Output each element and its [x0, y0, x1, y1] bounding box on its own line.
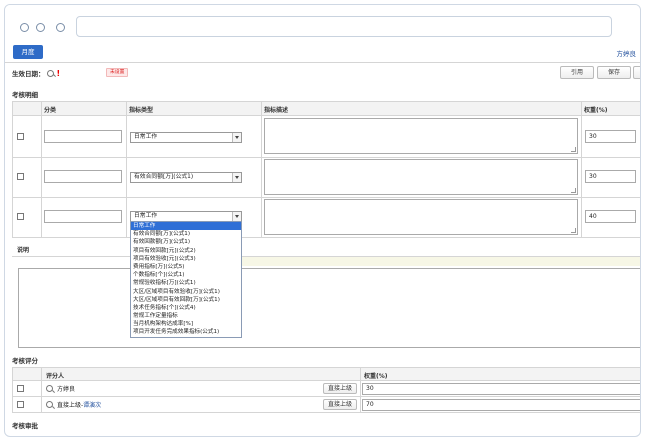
table-border [12, 101, 640, 102]
dropdown-option[interactable]: 当月机构架构达成率[%] [131, 320, 241, 328]
indicator-desc-textarea[interactable] [264, 199, 578, 235]
more-button[interactable] [633, 66, 640, 79]
table-border [12, 237, 640, 238]
current-user-name: 方婷良 [616, 50, 637, 58]
assessment-table-header [12, 101, 640, 115]
column-header-eval-weight: 权重(%) [364, 373, 388, 380]
table-border [12, 367, 13, 412]
table-border [12, 396, 640, 397]
table-border [12, 197, 640, 198]
tab-month[interactable]: 月度 [13, 45, 43, 59]
column-header-evaluator: 评分人 [46, 373, 65, 380]
row-checkbox[interactable] [17, 385, 24, 392]
direct-superior-button[interactable]: 直接上级 [323, 399, 357, 410]
category-input[interactable] [44, 130, 122, 143]
table-border [12, 412, 640, 413]
weight-input[interactable]: 30 [585, 130, 636, 143]
dropdown-option[interactable]: 日常工作 [131, 222, 241, 231]
indicator-type-dropdown-list[interactable]: 日常工作 有效合同额[万](公式1) 有效回款额[万](公式1) 项目有效回款[元](… [130, 221, 242, 338]
dropdown-option[interactable]: 项目有效回款[元](公式2) [131, 247, 241, 255]
dropdown-option[interactable]: 技术任务指标[个](公式4) [131, 304, 241, 312]
column-header-indicator-type: 指标类型 [129, 107, 154, 114]
dropdown-option[interactable]: 大区/区域项目有效回款[万](公式1) [131, 296, 241, 304]
table-border [12, 380, 640, 381]
evaluator-cell: 方婷良 [46, 384, 75, 393]
search-icon[interactable] [46, 385, 53, 392]
evaluation-table-header [12, 367, 640, 380]
assessment-section-title: 考核明细 [12, 91, 38, 99]
dropdown-option[interactable]: 项目有效验收[元](公式3) [131, 255, 241, 263]
select-value: 日常工作 [134, 213, 158, 219]
eval-weight-input[interactable]: 70 [362, 399, 640, 411]
column-header-indicator-desc: 指标描述 [264, 107, 289, 114]
row-checkbox[interactable] [17, 401, 24, 408]
notes-toolbar [242, 257, 640, 266]
dropdown-option[interactable]: 有效回款额[万](公式1) [131, 238, 241, 246]
dropdown-option[interactable]: 个数指标[个](公式1) [131, 271, 241, 279]
select-value: 有效合同额[万](公式1) [134, 174, 194, 180]
dropdown-option[interactable]: 项目开发任务完成效果指标(公式1) [131, 328, 241, 336]
table-border [12, 115, 640, 116]
row-checkbox[interactable] [17, 213, 24, 220]
divider [5, 62, 640, 63]
weight-input[interactable]: 40 [585, 210, 636, 223]
eval-weight-input[interactable]: 30 [362, 383, 640, 395]
chevron-down-icon[interactable] [232, 173, 241, 182]
row-checkbox[interactable] [17, 173, 24, 180]
window-control-circle-icon[interactable] [20, 23, 29, 32]
address-bar[interactable] [76, 16, 612, 37]
evaluator-name: 方婷良 [57, 386, 76, 393]
dropdown-option[interactable]: 费用指标[万](公式5) [131, 263, 241, 271]
indicator-desc-textarea[interactable] [264, 118, 578, 154]
effective-date-label: 生效日期： [12, 70, 45, 78]
dropdown-option[interactable]: 常规验收指标[万](公式1) [131, 279, 241, 287]
approval-section-title: 考核审批 [12, 422, 38, 430]
row-checkbox[interactable] [17, 133, 24, 140]
evaluator-prefix: 直接上级- [57, 402, 84, 409]
table-border [12, 157, 640, 158]
indicator-desc-textarea[interactable] [264, 159, 578, 195]
chevron-down-icon[interactable] [232, 212, 241, 221]
indicator-type-select[interactable]: 日常工作 [130, 132, 242, 143]
category-input[interactable] [44, 170, 122, 183]
title-bar [5, 5, 640, 43]
table-border [261, 101, 262, 237]
table-border [12, 101, 13, 237]
save-button[interactable]: 保存 [597, 66, 631, 79]
effective-date-row: 生效日期： ! [12, 67, 60, 79]
column-header-weight: 权重(%) [584, 107, 608, 114]
table-border [126, 101, 127, 237]
category-input[interactable] [44, 210, 122, 223]
dropdown-option[interactable]: 大区/区域项目有效验收[万](公式1) [131, 288, 241, 296]
select-value: 日常工作 [134, 134, 158, 140]
status-badge: 未设置 [106, 68, 129, 77]
dropdown-option[interactable]: 常规工作定量指标 [131, 312, 241, 320]
direct-superior-button[interactable]: 直接上级 [323, 383, 357, 394]
window-control-circle-icon[interactable] [36, 23, 45, 32]
dropdown-option[interactable]: 有效合同额[万](公式1) [131, 230, 241, 238]
notes-textarea[interactable] [18, 268, 640, 348]
weight-input[interactable]: 30 [585, 170, 636, 183]
evaluation-section-title: 考核评分 [12, 357, 38, 365]
browser-window: 月度 方婷良 生效日期： ! 未设置 引用 保存 考核明细 分类 指标类型 指标… [4, 4, 641, 437]
cite-button[interactable]: 引用 [560, 66, 594, 79]
notes-label: 说明 [17, 247, 30, 254]
column-header-category: 分类 [44, 107, 57, 114]
table-border [41, 101, 42, 237]
evaluator-name[interactable]: 谭演次 [83, 400, 101, 409]
window-control-circle-icon[interactable] [56, 23, 65, 32]
chevron-down-icon[interactable] [232, 133, 241, 142]
table-border [41, 367, 42, 412]
table-border [581, 101, 582, 237]
search-icon[interactable] [46, 69, 54, 77]
table-border [12, 367, 640, 368]
table-border [360, 367, 361, 412]
indicator-type-select[interactable]: 有效合同额[万](公式1) [130, 172, 242, 183]
required-mark: ! [56, 68, 61, 78]
search-icon[interactable] [46, 401, 53, 408]
evaluator-cell: 直接上级- 谭演次 [46, 400, 101, 409]
